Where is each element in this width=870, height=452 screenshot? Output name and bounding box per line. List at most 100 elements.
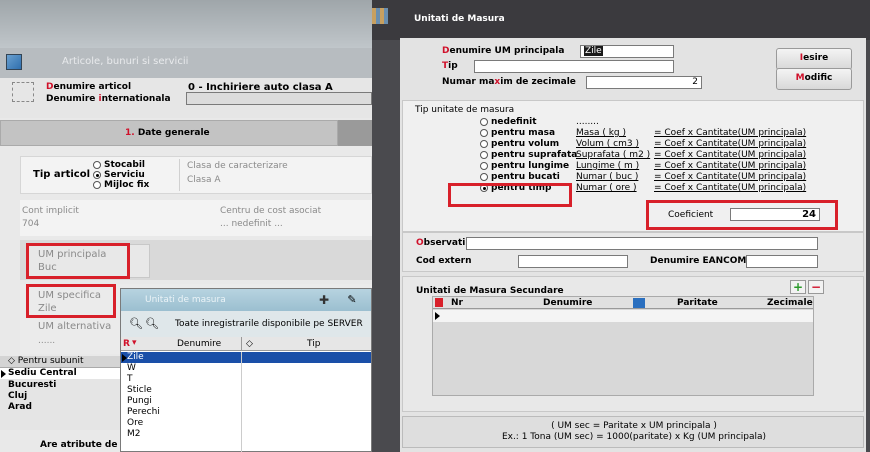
type-option[interactable]: nedefinit <box>480 117 537 127</box>
cont-panel: Cont implicit 704 Centru de cost asociat… <box>20 200 372 236</box>
header-text: Pentru subunit <box>17 356 84 366</box>
subunit-row-selected[interactable]: Sediu Central <box>0 368 130 379</box>
dialog-title: Unitati de Masura <box>414 14 505 24</box>
type-option[interactable]: pentru lungime <box>480 161 569 171</box>
type-formula: = Coef x Cantitate(UM principala) <box>654 161 807 171</box>
type-unit: Lungime ( m ) <box>576 161 640 171</box>
add-icon[interactable]: ✚ <box>317 293 331 307</box>
modific-button[interactable]: Modific <box>776 68 852 90</box>
label-rest: ip <box>448 61 458 71</box>
type-option[interactable]: pentru masa <box>480 128 555 138</box>
tip-input[interactable] <box>474 60 674 73</box>
list-item[interactable]: Pungi <box>121 396 371 407</box>
denumire-um-label: Denumire UM principala <box>442 46 564 56</box>
tab-other[interactable] <box>338 120 372 146</box>
denumire-um-input[interactable]: Zile <box>580 45 674 58</box>
list-item[interactable]: Perechi <box>121 407 371 418</box>
type-option[interactable]: pentru bucati <box>480 172 560 182</box>
denumire-int-field[interactable] <box>186 92 372 105</box>
dropdown-filter-bar: 🔍︎ 🔍︎ Toate inregistrarile disponibile p… <box>121 311 371 337</box>
type-option[interactable]: pentru volum <box>480 139 559 149</box>
row-text: W <box>127 363 136 373</box>
tip-option-mijloc[interactable]: Mijloc fix <box>93 180 149 190</box>
cont-value[interactable]: 704 <box>22 219 39 229</box>
eancom-label: Denumire EANCOM <box>650 256 747 266</box>
label-rest: enumire articol <box>53 82 132 92</box>
type-unit: Suprafata ( m2 ) <box>576 150 651 160</box>
list-item[interactable]: T <box>121 374 371 385</box>
list-item[interactable]: Sticle <box>121 385 371 396</box>
sec-add-icon[interactable]: + <box>790 280 806 294</box>
centru-value[interactable]: ... nedefinit ... <box>220 219 283 229</box>
tip-option-serviciu[interactable]: Serviciu <box>93 170 145 180</box>
tab-date-generale[interactable]: 1. Date generale <box>0 120 338 146</box>
dropdown-col-header: R ▾ Denumire ◇ Tip <box>121 337 371 351</box>
um-principala-value[interactable]: Buc <box>38 262 57 273</box>
clasa-value[interactable]: Clasa A <box>187 175 221 185</box>
header-marker-icon <box>435 298 443 307</box>
edit-icon[interactable]: ✎ <box>345 293 359 307</box>
row-pointer-icon <box>1 370 6 378</box>
window-title: Articole, bunuri si servicii <box>62 56 189 67</box>
um-dialog: Unitati de Masura Denumire UM principala… <box>372 0 870 452</box>
label-part: im de zecimale <box>500 77 576 87</box>
type-unit: Numar ( ore ) <box>576 183 637 193</box>
denumire-articol-label: Denumire articol <box>46 82 131 92</box>
zecimale-input[interactable]: 2 <box>586 76 702 89</box>
label-rest: bservatii <box>423 238 469 248</box>
filter-search-icon[interactable]: 🔍︎ <box>145 317 159 330</box>
row-text: Perechi <box>127 407 160 417</box>
dropdown-rows: Zile W T Sticle Pungi Perechi Ore M2 <box>121 352 371 452</box>
list-item[interactable]: W <box>121 363 371 374</box>
um-specifica-label: UM specifica <box>38 290 102 301</box>
row-pointer-icon <box>435 312 440 320</box>
list-item[interactable]: M2 <box>121 429 371 438</box>
type-formula: = Coef x Cantitate(UM principala) <box>654 128 807 138</box>
coeficient-label: Coeficient <box>668 210 714 220</box>
sec-title: Unitati de Masura Secundare <box>416 286 564 296</box>
col-denumire[interactable]: Denumire <box>543 298 592 308</box>
radio-icon <box>480 117 488 126</box>
row-text: Sediu Central <box>8 368 77 378</box>
btn-text: odific <box>804 73 833 83</box>
tip-option-stocabil[interactable]: Stocabil <box>93 160 145 170</box>
dialog-title-bar: Unitati de Masura <box>372 0 870 40</box>
um-alternativa-value[interactable]: ...... <box>38 336 55 346</box>
row-text: Ore <box>127 418 144 428</box>
col-divider <box>241 337 242 351</box>
sec-remove-icon[interactable]: − <box>808 280 824 294</box>
option-label: pentru bucati <box>491 172 560 182</box>
row-text: T <box>127 374 133 384</box>
subunit-row[interactable]: Bucuresti <box>8 380 56 390</box>
input-value: Zile <box>584 46 603 56</box>
tip-label: Tip <box>442 61 458 71</box>
iesire-button[interactable]: Iesire <box>776 48 852 70</box>
sec-empty-row[interactable] <box>433 310 813 322</box>
list-item[interactable]: Ore <box>121 418 371 429</box>
observatii-label: Observatii <box>416 238 468 248</box>
tip-unitate-label: Tip unitate de masura <box>415 105 515 115</box>
label-part: nternationala <box>101 94 171 104</box>
subunit-header: ◇ Pentru subunit <box>0 356 130 368</box>
coeficient-input[interactable]: 24 <box>730 208 820 221</box>
col-denumire[interactable]: Denumire <box>177 339 221 349</box>
col-tip[interactable]: Tip <box>307 339 320 349</box>
cod-extern-label: Cod extern <box>416 256 472 266</box>
eancom-input[interactable] <box>746 255 818 268</box>
col-nr[interactable]: Nr <box>451 298 463 308</box>
option-label: pentru suprafata <box>491 150 578 160</box>
cod-extern-input[interactable] <box>518 255 628 268</box>
sec-grid: Nr Denumire Paritate Zecimale <box>432 296 814 396</box>
filter-text: Toate inregistrarile disponibile pe SERV… <box>175 319 363 329</box>
row-text: Sticle <box>127 385 152 395</box>
um-specifica-value[interactable]: Zile <box>38 303 57 314</box>
list-item-selected[interactable]: Zile <box>121 352 371 363</box>
option-label: pentru masa <box>491 128 556 138</box>
search-icon[interactable]: 🔍︎ <box>129 317 143 330</box>
subunit-row[interactable]: Cluj <box>8 391 27 401</box>
subunit-row[interactable]: Arad <box>8 402 32 412</box>
observatii-input[interactable] <box>466 237 818 250</box>
col-paritate[interactable]: Paritate <box>677 298 718 308</box>
type-option[interactable]: pentru suprafata <box>480 150 577 160</box>
col-zecimale[interactable]: Zecimale <box>767 298 813 308</box>
